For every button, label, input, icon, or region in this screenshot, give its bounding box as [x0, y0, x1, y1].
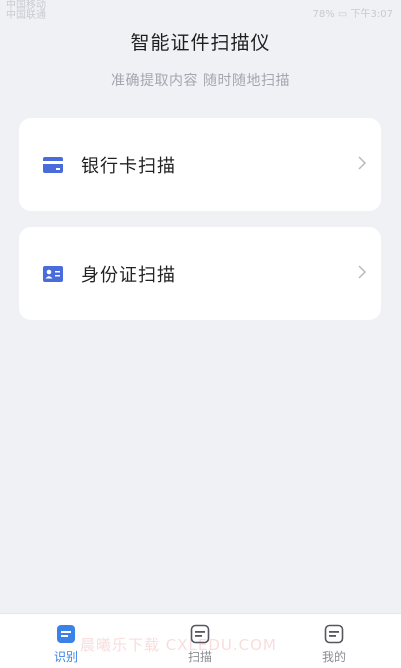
bank-card-scan-label: 银行卡扫描	[81, 155, 176, 177]
id-card-scan-label: 身份证扫描	[81, 264, 176, 286]
id-card-scan-button[interactable]: 身份证扫描	[19, 227, 381, 320]
battery-icon: ▭	[337, 9, 348, 20]
chevron-right-icon	[358, 156, 367, 170]
tab-mine-label: 我的	[321, 650, 346, 664]
bank-card-icon	[43, 156, 63, 173]
page-title: 智能证件扫描仪	[130, 32, 271, 54]
id-card-icon	[43, 265, 63, 282]
page-subtitle: 准确提取内容 随时随地扫描	[111, 73, 290, 89]
tab-mine[interactable]: 我的	[299, 624, 369, 665]
clock-time: 下午3:07	[350, 9, 393, 20]
bank-card-scan-button[interactable]: 银行卡扫描	[19, 118, 381, 211]
carrier-info: 中国移动 中国联通	[6, 1, 46, 21]
watermark: 晨曦乐下载 CXLEDU.COM	[80, 636, 277, 654]
battery-level: 78%	[312, 9, 335, 20]
carrier-line-2: 中国联通	[6, 10, 46, 21]
chevron-right-icon	[358, 265, 367, 279]
document-icon	[324, 624, 344, 644]
status-icons: 78% ▭ 下午3:07	[312, 5, 393, 20]
document-icon	[57, 625, 75, 643]
status-bar: 中国移动 中国联通 78% ▭ 下午3:07	[0, 0, 401, 22]
